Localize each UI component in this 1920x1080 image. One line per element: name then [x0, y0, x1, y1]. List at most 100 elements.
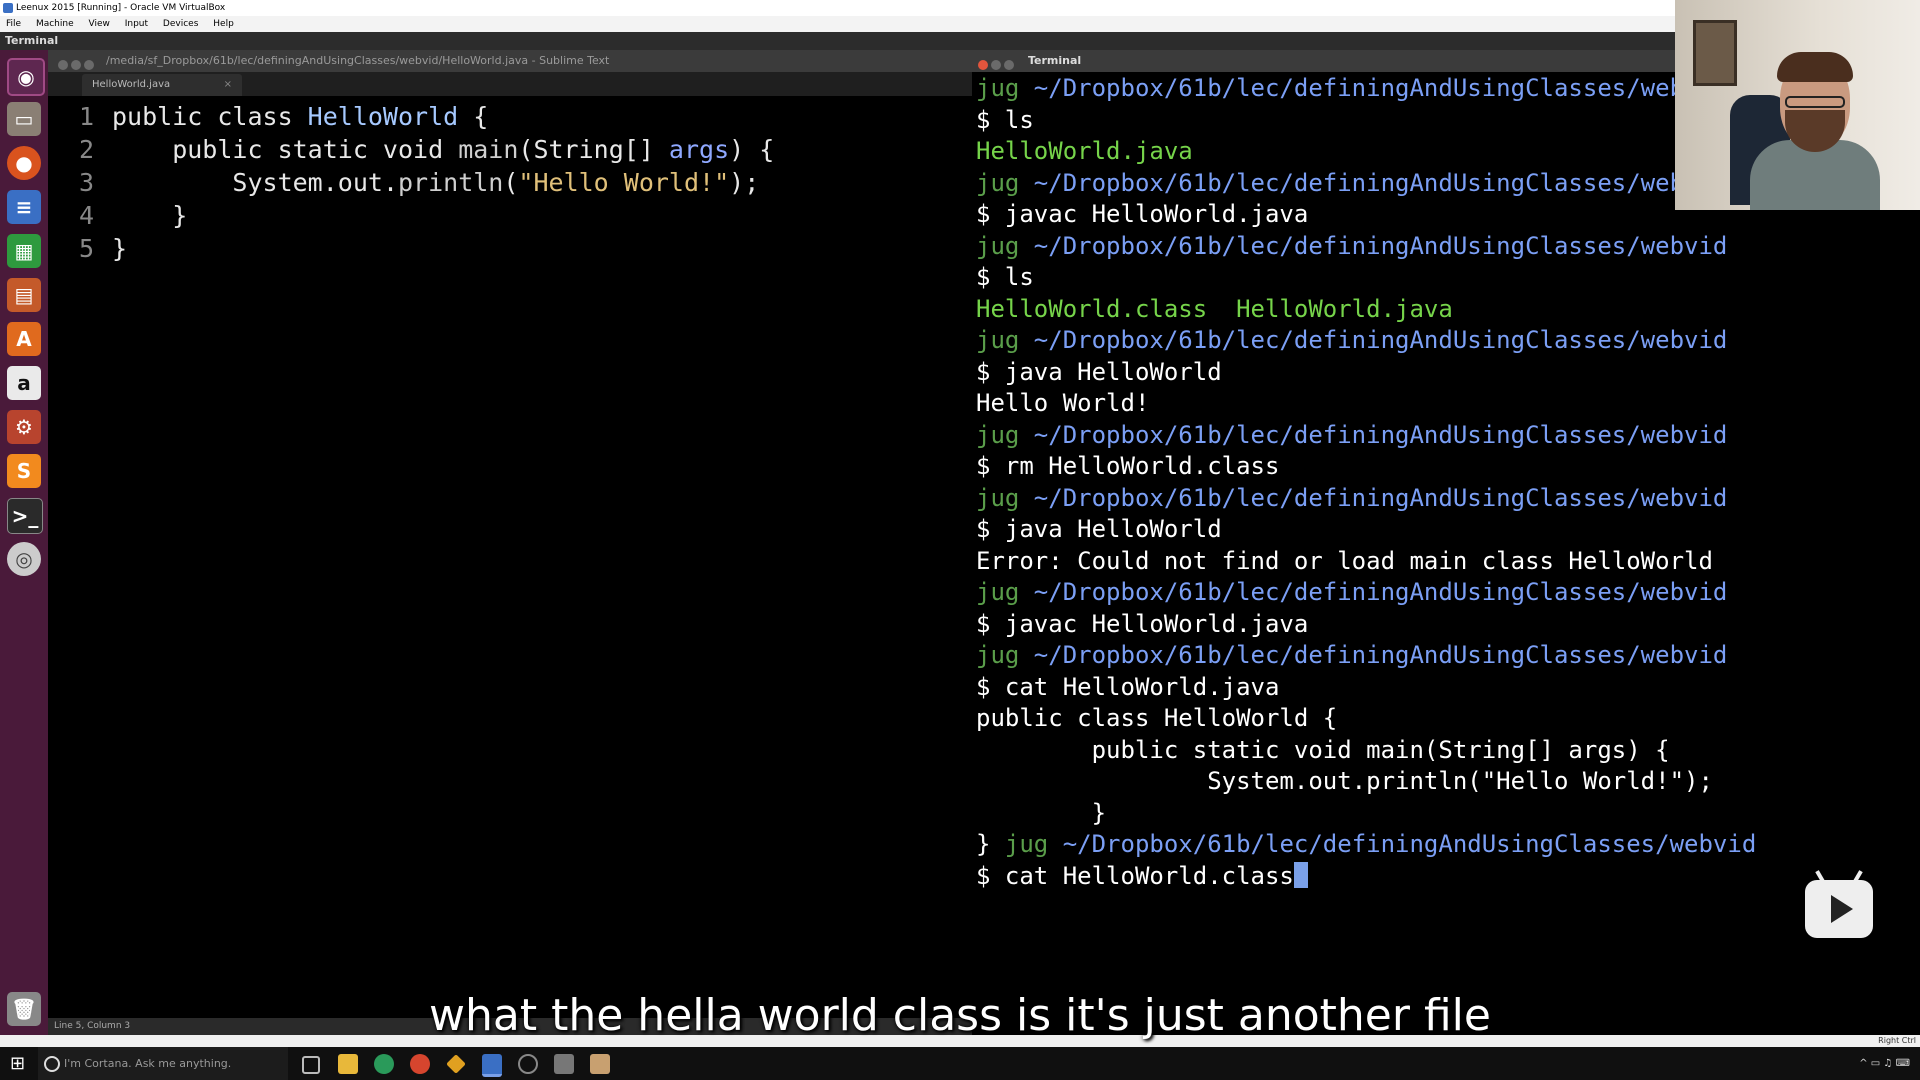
app-icon[interactable] — [554, 1054, 574, 1074]
terminal-text: jug — [976, 483, 1034, 512]
webcam-overlay — [1675, 0, 1920, 210]
terminal-line: Error: Could not find or load main class… — [1675, 546, 1920, 578]
tab-close-icon[interactable]: × — [224, 74, 232, 96]
active-app-title: Terminal — [5, 34, 59, 47]
play-button[interactable] — [1805, 870, 1873, 938]
minimize-button[interactable] — [71, 60, 81, 70]
terminal-icon[interactable]: >_ — [7, 498, 43, 534]
video-subtitle: what the hella world class is it's just … — [429, 990, 1491, 1041]
terminal-text: ~/Dropbox/61b/lec/definingAndUsingClasse… — [1033, 326, 1675, 354]
firefox-icon[interactable]: ● — [7, 146, 41, 180]
terminal-text: public class HelloWorld { — [976, 704, 1338, 732]
menu-input[interactable]: Input — [119, 16, 154, 32]
dvd-icon[interactable]: ◎ — [7, 542, 41, 576]
impress-icon[interactable]: ▤ — [7, 278, 41, 312]
virtualbox-taskbar-icon[interactable] — [482, 1054, 502, 1077]
terminal-line: jug ~/Dropbox/61b/lec/definingAndUsingCl… — [976, 640, 1675, 672]
terminal-overflow: jug ~/Dropbox/61b/lec/definingAndUsingCl… — [1675, 210, 1920, 1035]
sublime-title-bar: /media/sf_Dropbox/61b/lec/definingAndUsi… — [48, 50, 972, 72]
unity-launcher: ◉ ▭ ● ≡ ▦ ▤ A a ⚙ S >_ ◎ 🗑 — [0, 50, 48, 1040]
code-line[interactable]: 2 public static void main(String[] args)… — [48, 133, 972, 166]
terminal-line: jug ~/Dropbox/61b/lec/definingAndUsingCl… — [976, 325, 1675, 357]
obs-icon[interactable] — [518, 1054, 538, 1074]
terminal-line: $ javac HelloWorld.java — [976, 609, 1675, 641]
terminal-line: $ javac HelloWorld.java — [1675, 609, 1920, 641]
line-number: 1 — [78, 102, 94, 131]
terminal-text: jug — [976, 168, 1034, 197]
code-line[interactable]: 3 System.out.println("Hello World!"); — [48, 166, 972, 199]
terminal-text: jug — [976, 641, 1034, 669]
system-tray[interactable]: ^ ▭ ♫ ⌨ — [1859, 1047, 1910, 1080]
code-line[interactable]: 1 public class HelloWorld { — [48, 100, 972, 133]
line-number: 3 — [78, 168, 94, 197]
terminal-text: ~/Dropbox/61b/lec/definingAndUsingClasse… — [1033, 578, 1675, 606]
terminal-text: System.out.println("Hello World!"); — [976, 767, 1675, 795]
sublime-tab-bar: HelloWorld.java × — [48, 72, 972, 96]
terminal-output[interactable]: jug ~/Dropbox/61b/lec/definingAndUsingCl… — [976, 73, 1675, 892]
terminal-text: ~/Dropbox/61b/lec/definingAndUsingClasse… — [1675, 578, 1728, 606]
code-token: (String[] — [518, 135, 669, 164]
presenter-glasses — [1785, 96, 1845, 108]
menu-file[interactable]: File — [0, 16, 27, 32]
settings-icon[interactable]: ⚙ — [7, 410, 41, 444]
terminal-text: $ cat HelloWorld.java — [976, 672, 1280, 701]
writer-icon[interactable]: ≡ — [7, 190, 41, 224]
calc-icon[interactable]: ▦ — [7, 234, 41, 268]
dash-home-icon[interactable]: ◉ — [7, 58, 45, 96]
tab-helloworld-java[interactable]: HelloWorld.java × — [82, 74, 242, 96]
cortana-search-box[interactable]: I'm Cortana. Ask me anything. — [38, 1047, 288, 1080]
terminal-text: Hello World! — [976, 389, 1150, 417]
code-token: "Hello World!" — [518, 168, 730, 197]
minimize-button[interactable] — [991, 60, 1001, 70]
terminal-line: jug ~/Dropbox/61b/lec/definingAndUsingCl… — [1675, 483, 1920, 515]
task-view-icon[interactable] — [302, 1056, 320, 1074]
close-button[interactable] — [978, 60, 988, 70]
virtualbox-title-bar: Leenux 2015 [Running] - Oracle VM Virtua… — [0, 0, 1675, 16]
menu-devices[interactable]: Devices — [157, 16, 204, 32]
files-icon[interactable]: ▭ — [7, 102, 41, 136]
file-explorer-icon[interactable] — [338, 1054, 358, 1074]
terminal-line: public static void main(String[] args) { — [1675, 735, 1920, 767]
terminal-line: jug ~/Dropbox/61b/lec/definingAndUsingCl… — [1675, 640, 1920, 672]
menu-view[interactable]: View — [83, 16, 116, 32]
menu-help[interactable]: Help — [207, 16, 240, 32]
chrome-icon[interactable] — [410, 1054, 430, 1074]
terminal-line: $ cat HelloWorld.java — [976, 672, 1675, 704]
terminal-title: Terminal — [1028, 54, 1082, 67]
app-icon[interactable] — [590, 1054, 610, 1074]
amazon-icon[interactable]: a — [7, 366, 41, 400]
code-line[interactable]: 5} — [48, 232, 972, 265]
terminal-line: HelloWorld.java — [976, 136, 1675, 168]
terminal-text: HelloWorld.class HelloWorld.java — [976, 294, 1453, 323]
terminal-text: $ rm HelloWorld.class — [976, 452, 1280, 480]
maximize-button[interactable] — [84, 60, 94, 70]
terminal-line: jug ~/Dropbox/61b/lec/definingAndUsingCl… — [976, 420, 1675, 452]
maximize-button[interactable] — [1004, 60, 1014, 70]
windows-start-icon[interactable]: ⊞ — [10, 1053, 25, 1074]
terminal-text: ~/Dropbox/61b/lec/definingAndUsingClasse… — [1033, 483, 1675, 512]
terminal-window: Terminal jug ~/Dropbox/61b/lec/definingA… — [972, 50, 1675, 1035]
terminal-line: $ ls — [1675, 262, 1920, 294]
terminal-text: ~/Dropbox/61b/lec/definingAndUsingClasse… — [1033, 231, 1675, 260]
terminal-text: ~/Dropbox/61b/lec/definingAndUsingClasse… — [1033, 641, 1675, 669]
presenter-hair — [1777, 52, 1853, 82]
terminal-line: public class HelloWorld { — [1675, 703, 1920, 735]
software-center-icon[interactable]: A — [7, 322, 41, 356]
tab-label: HelloWorld.java — [92, 79, 171, 90]
browser-icon[interactable] — [374, 1054, 394, 1074]
line-number: 4 — [78, 201, 94, 230]
code-line[interactable]: 4 } — [48, 199, 972, 232]
sublime-title: /media/sf_Dropbox/61b/lec/definingAndUsi… — [106, 54, 610, 67]
play-icon — [1831, 895, 1853, 923]
terminal-line: $ cat HelloWorld.class — [976, 861, 1675, 893]
menu-machine[interactable]: Machine — [30, 16, 80, 32]
terminal-line: jug ~/Dropbox/61b/lec/definingAndUsingCl… — [1675, 420, 1920, 452]
terminal-line: $ javac HelloWorld.java — [976, 199, 1675, 231]
code-editor[interactable]: 1 public class HelloWorld {2 public stati… — [48, 100, 972, 265]
terminal-line: $ rm HelloWorld.class — [976, 451, 1675, 483]
sublime-text-icon[interactable]: S — [7, 454, 41, 488]
app-icon[interactable] — [446, 1054, 466, 1074]
close-button[interactable] — [58, 60, 68, 70]
terminal-text: ~/Dropbox/61b/lec/definingAndUsingClasse… — [1675, 231, 1728, 260]
terminal-line: } — [976, 798, 1675, 830]
